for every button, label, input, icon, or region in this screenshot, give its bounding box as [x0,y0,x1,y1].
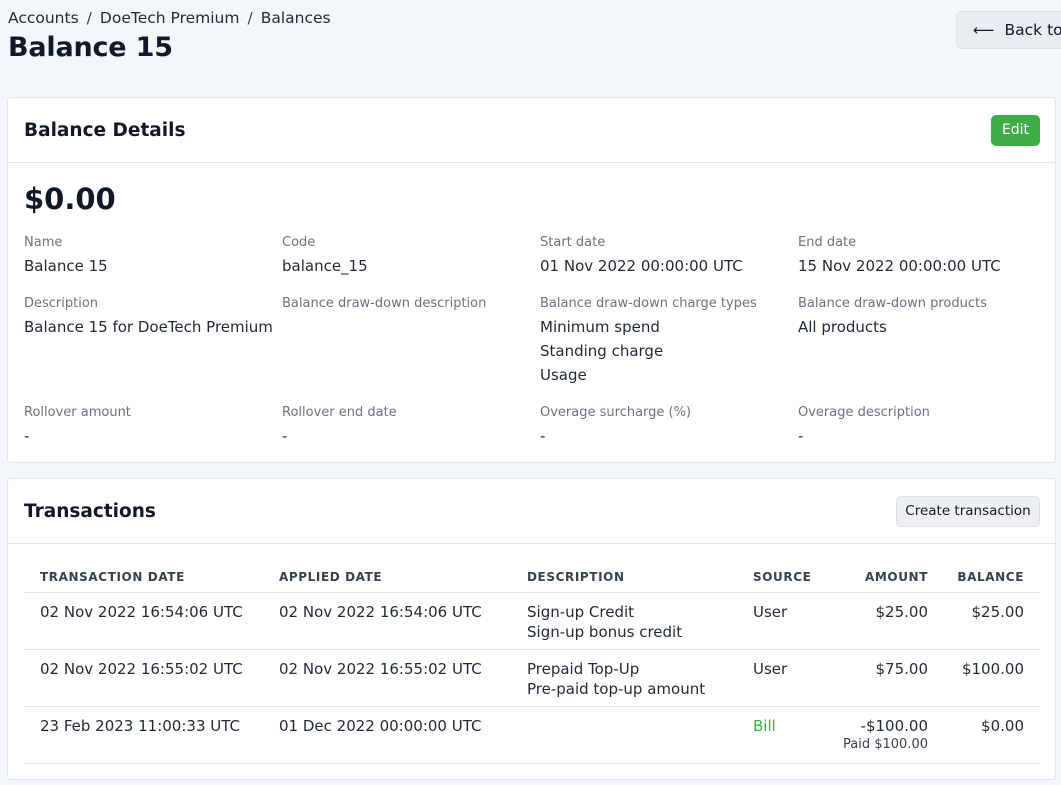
field-label: Balance draw-down description [282,296,487,311]
transaction-date-cell: 02 Nov 2022 16:55:02 UTC [24,648,279,706]
field-name: Name Balance 15 [24,234,274,278]
transaction-date-cell: 02 Nov 2022 16:54:06 UTC [24,591,279,649]
field-value: Balance 15 [24,257,108,275]
column-header-source[interactable]: Source [753,566,833,592]
table-row[interactable]: 23 Feb 2023 11:00:33 UTC 01 Dec 2022 00:… [24,705,1040,764]
breadcrumb-accounts[interactable]: Accounts [8,9,79,27]
applied-date-cell: 02 Nov 2022 16:54:06 UTC [279,591,527,649]
description-title: Prepaid Top-Up [527,659,640,678]
field-label: Balance draw-down charge types [540,296,757,311]
description-cell [527,705,753,764]
field-value: balance_15 [282,257,368,275]
amount-value: $75.00 [875,659,929,678]
charge-type-item: Standing charge [540,342,664,360]
field-code: Code balance_15 [282,234,532,278]
balance-details-header: Balance Details Edit [8,98,1055,163]
breadcrumb-balances[interactable]: Balances [261,9,331,27]
breadcrumb-account[interactable]: DoeTech Premium [100,9,240,27]
description-cell: Prepaid Top-Up Pre-paid top-up amount [527,648,753,706]
field-label: Balance draw-down products [798,296,987,311]
section-title: Transactions [24,500,156,522]
amount-cell: $25.00 [833,591,929,649]
amount-cell: $75.00 [833,648,929,706]
field-value: 01 Nov 2022 00:00:00 UTC [540,257,743,275]
field-value: 15 Nov 2022 00:00:00 UTC [798,257,1001,275]
amount-cell: -$100.00 Paid $100.00 [833,705,928,764]
balance-cell: $100.00 [928,648,1040,706]
balance-cell: $25.00 [928,591,1040,649]
transactions-card: Transactions Create transaction Transact… [7,478,1056,780]
description-subtitle: Sign-up bonus credit [527,622,683,641]
breadcrumb: Accounts / DoeTech Premium / Balances [8,9,331,27]
field-drawdown-charge-types: Balance draw-down charge types Minimum s… [540,295,790,387]
column-header-balance[interactable]: Balance [928,566,1040,592]
field-value-list: Minimum spend Standing charge Usage [540,315,790,387]
transaction-date-cell: 23 Feb 2023 11:00:33 UTC [24,705,279,764]
column-header-description[interactable]: Description [527,566,753,592]
field-label: Rollover amount [24,405,131,420]
applied-date-cell: 02 Nov 2022 16:55:02 UTC [279,648,527,706]
field-drawdown-description: Balance draw-down description [282,295,532,315]
breadcrumb-separator: / [86,9,92,27]
field-overage-description: Overage description - [798,404,1048,448]
field-label: Description [24,296,99,311]
field-value: All products [798,318,887,336]
field-end-date: End date 15 Nov 2022 00:00:00 UTC [798,234,1048,278]
charge-type-item: Usage [540,366,587,384]
balance-amount: $0.00 [24,182,116,216]
table-row[interactable]: 02 Nov 2022 16:54:06 UTC 02 Nov 2022 16:… [24,591,1040,649]
field-rollover-end-date: Rollover end date - [282,404,532,448]
field-label: Rollover end date [282,405,397,420]
source-cell: User [753,591,833,649]
column-header-amount[interactable]: Amount [833,566,928,592]
description-cell: Sign-up Credit Sign-up bonus credit [527,591,753,649]
field-drawdown-products: Balance draw-down products All products [798,295,1048,339]
table-header-row: Transaction date Applied date Descriptio… [24,566,1040,592]
source-bill-link[interactable]: Bill [753,717,776,735]
table-row[interactable]: 02 Nov 2022 16:55:02 UTC 02 Nov 2022 16:… [24,648,1040,706]
source-cell: User [753,648,833,706]
transactions-table: Transaction date Applied date Descriptio… [24,566,1040,764]
applied-date-cell: 01 Dec 2022 00:00:00 UTC [279,705,527,764]
column-header-transaction-date[interactable]: Transaction date [24,566,279,592]
field-value: - [540,427,546,445]
field-label: Overage surcharge (%) [540,405,692,420]
field-value: - [282,427,288,445]
amount-value: $25.00 [875,602,929,621]
edit-button[interactable]: Edit [991,114,1040,146]
field-label: Code [282,235,316,250]
breadcrumb-separator: / [247,9,253,27]
field-start-date: Start date 01 Nov 2022 00:00:00 UTC [540,234,790,278]
balance-details-card: Balance Details Edit $0.00 Name Balance … [7,97,1056,463]
field-overage-surcharge: Overage surcharge (%) - [540,404,790,448]
back-button[interactable]: ⟵ Back to D [956,11,1061,49]
balance-cell: $0.00 [928,705,1040,764]
section-title: Balance Details [24,119,186,141]
back-button-label: Back to D [1004,21,1061,39]
transactions-header: Transactions Create transaction [8,479,1055,544]
create-transaction-button[interactable]: Create transaction [896,495,1040,527]
field-value: Balance 15 for DoeTech Premium [24,318,273,336]
description-subtitle: Pre-paid top-up amount [527,679,706,698]
description-title: Sign-up Credit [527,602,635,621]
field-label: Start date [540,235,606,250]
field-label: Name [24,235,63,250]
field-label: Overage description [798,405,930,420]
field-value: - [24,427,30,445]
page-title: Balance 15 [8,32,173,63]
field-description: Description Balance 15 for DoeTech Premi… [24,295,274,339]
field-label: End date [798,235,857,250]
source-cell: Bill [753,705,833,764]
field-rollover-amount: Rollover amount - [24,404,274,448]
field-value: - [798,427,804,445]
column-header-applied-date[interactable]: Applied date [279,566,527,592]
charge-type-item: Minimum spend [540,318,660,336]
amount-value: -$100.00 [860,716,928,735]
arrow-left-icon: ⟵ [973,21,995,39]
paid-note: Paid $100.00 [843,736,928,752]
